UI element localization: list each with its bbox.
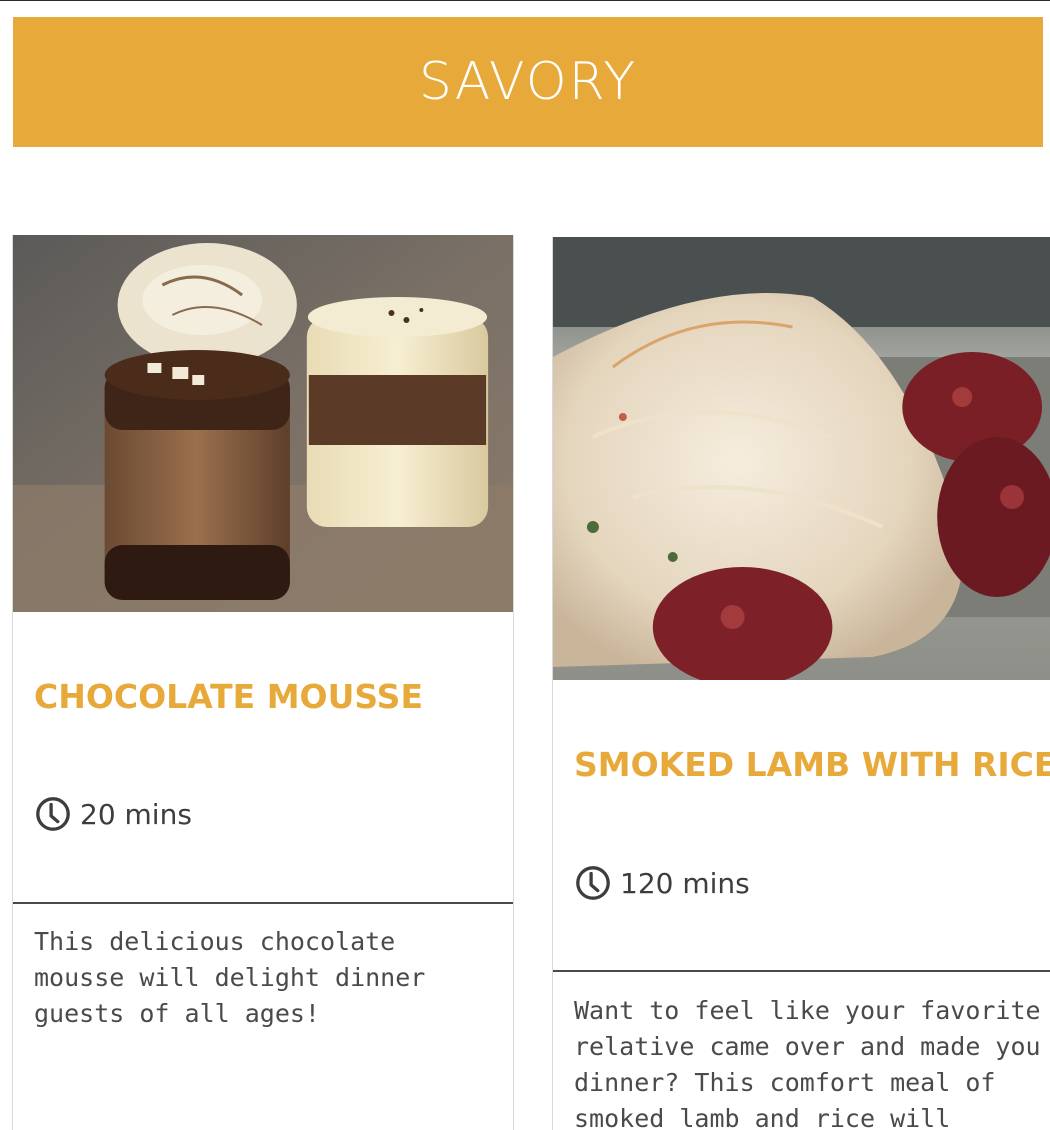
smoked-lamb-rice-photo: [553, 237, 1050, 680]
recipe-title[interactable]: CHOCOLATE MOUSSE: [34, 677, 423, 716]
card-divider: [13, 902, 513, 904]
recipe-card[interactable]: CHOCOLATE MOUSSE 20 mins This delicious …: [12, 235, 514, 1130]
recipe-description: This delicious chocolate mousse will del…: [34, 927, 426, 1028]
recipe-card[interactable]: SMOKED LAMB WITH RICE 120 mins Want to f…: [552, 237, 1050, 1130]
recipe-time-label: 20 mins: [80, 797, 192, 831]
recipe-image[interactable]: [553, 237, 1050, 680]
top-rule: [0, 0, 1050, 1]
clock-icon: [36, 797, 70, 831]
recipe-time: 20 mins: [34, 795, 192, 833]
category-title: SAVORY: [418, 52, 638, 112]
clock-icon: [576, 866, 610, 900]
category-banner: SAVORY: [13, 17, 1043, 147]
recipe-time: 120 mins: [574, 864, 750, 902]
recipe-title[interactable]: SMOKED LAMB WITH RICE: [574, 745, 1050, 784]
chocolate-mousse-photo: [13, 235, 513, 612]
recipe-image[interactable]: [13, 235, 513, 612]
recipe-description: Want to feel like your favorite relative…: [574, 996, 1041, 1130]
recipe-time-label: 120 mins: [620, 866, 750, 900]
card-divider: [553, 970, 1050, 972]
